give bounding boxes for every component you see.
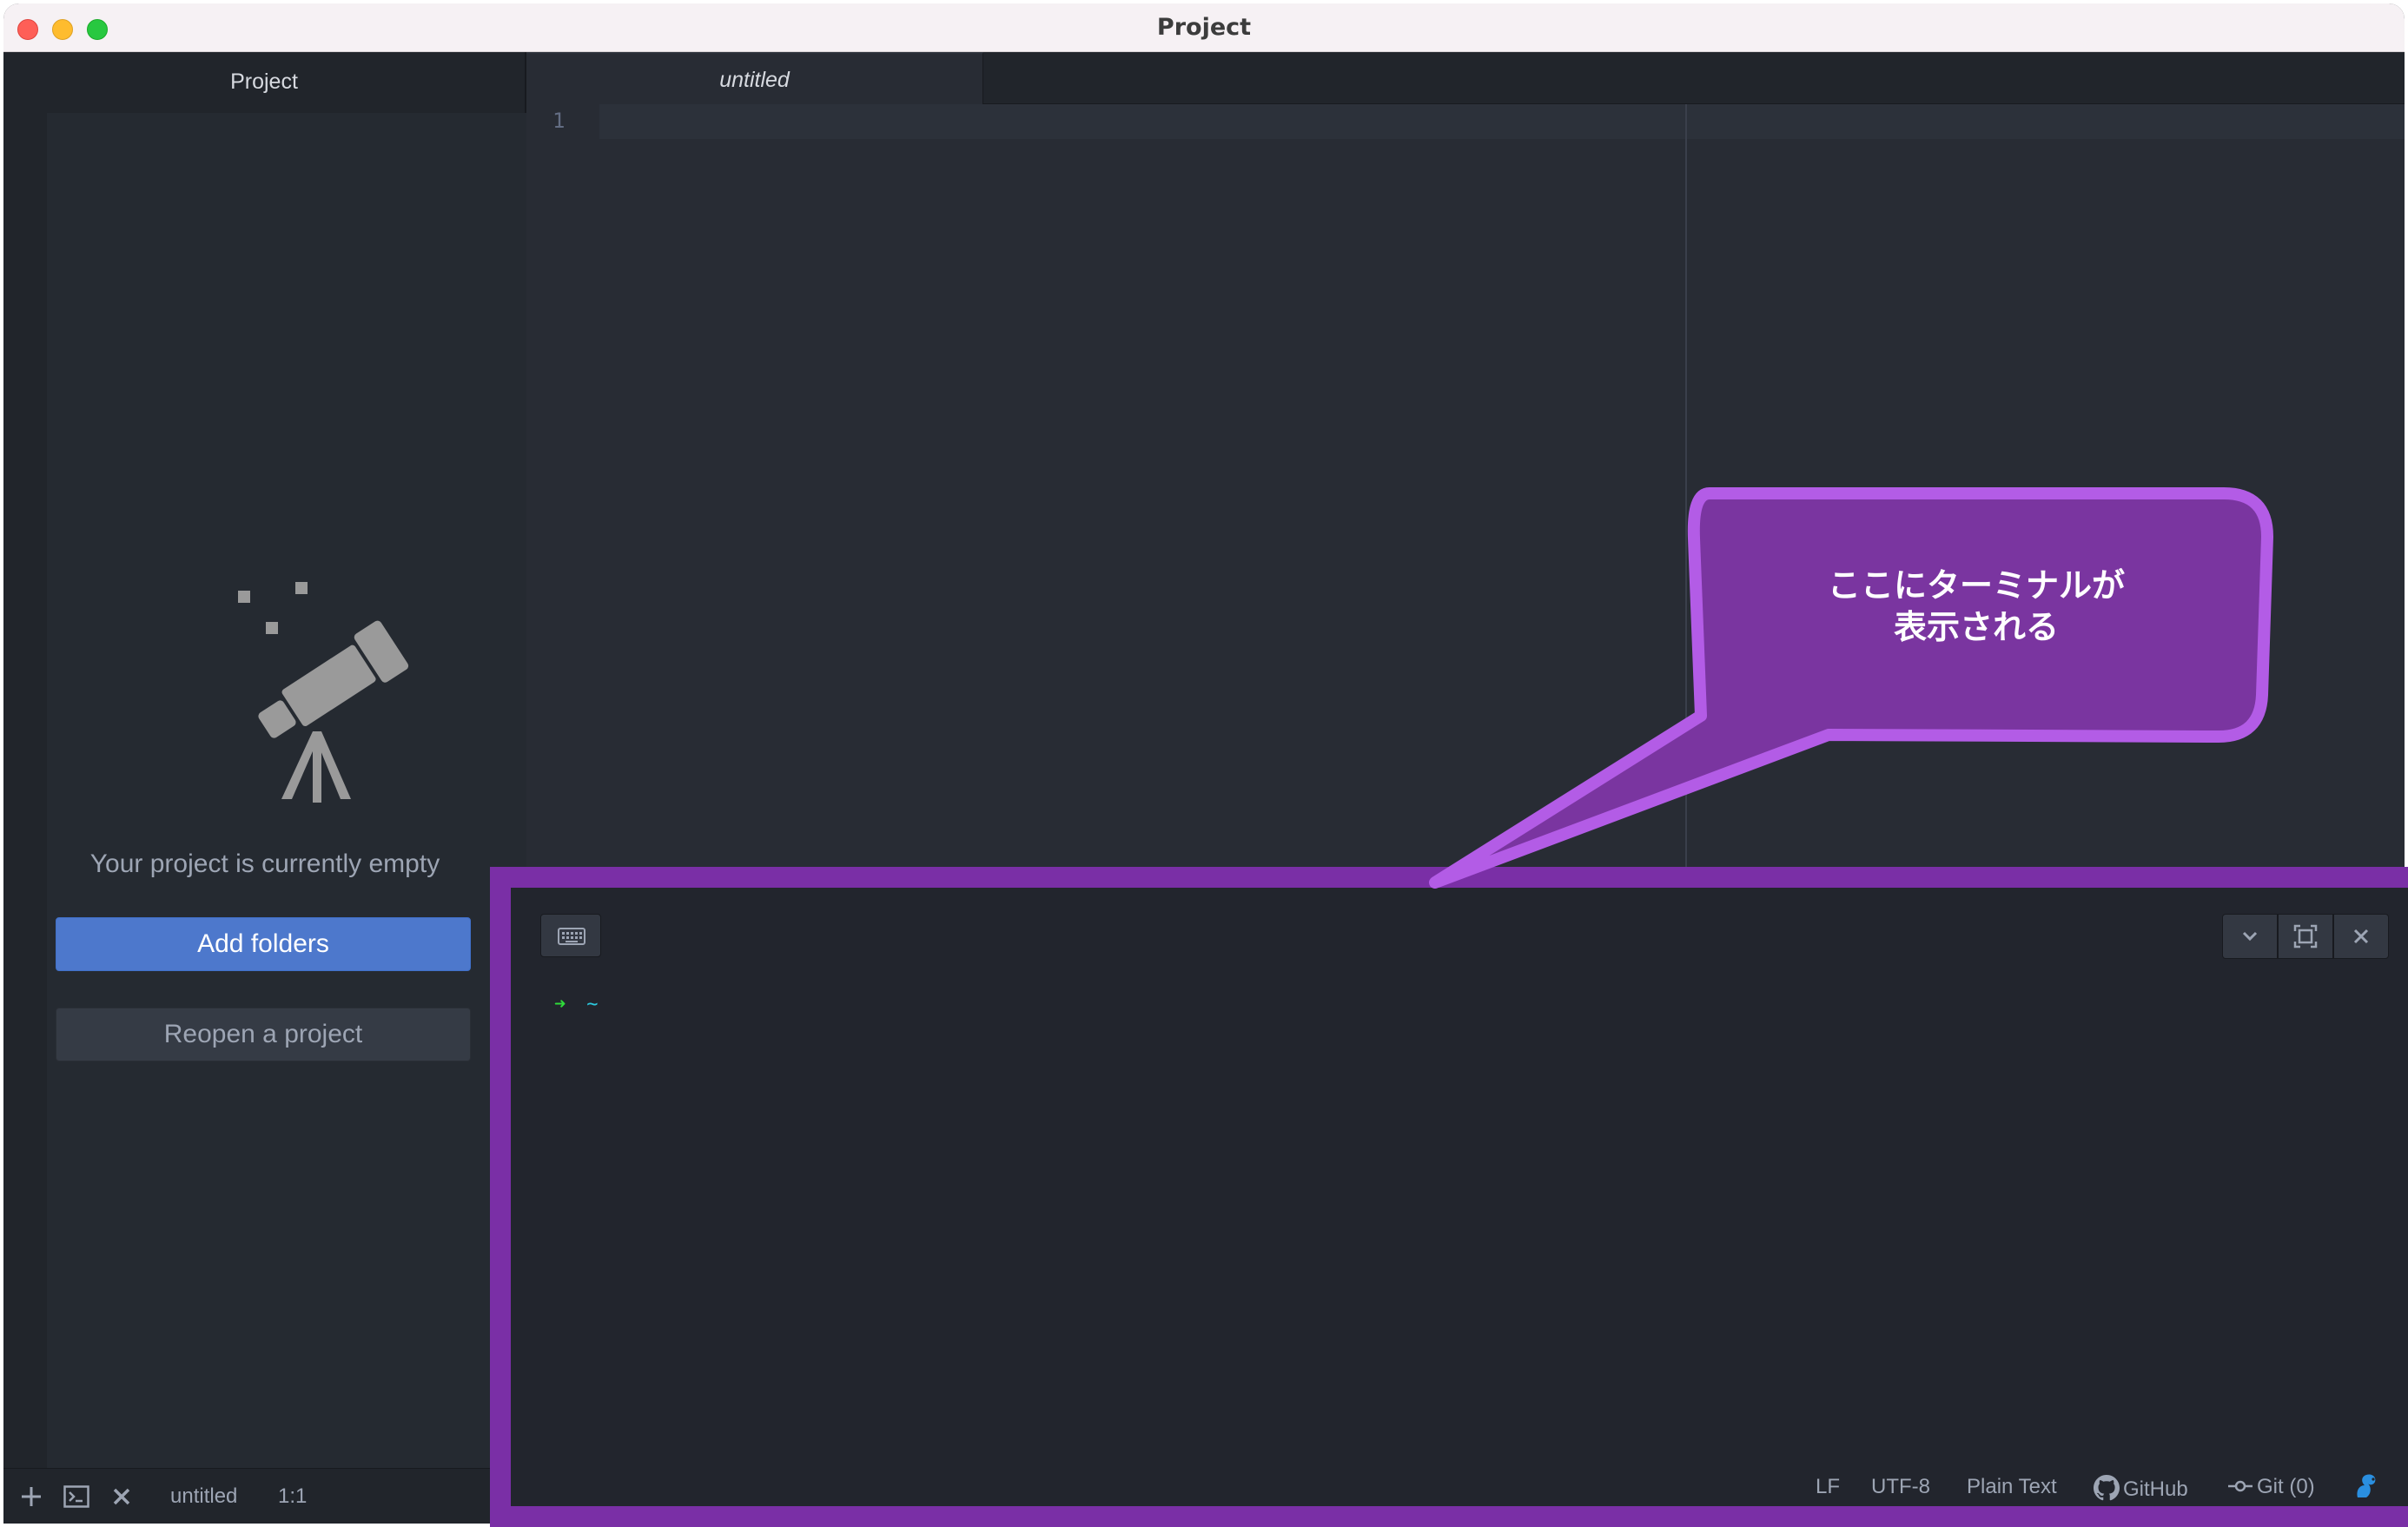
grammar-selector[interactable]: Plain Text xyxy=(1967,1475,2057,1499)
keyboard-button[interactable] xyxy=(540,914,601,957)
close-icon xyxy=(2353,929,2369,944)
close-all-terminals-button[interactable] xyxy=(108,1483,136,1510)
prompt-arrow: ➜ xyxy=(554,994,566,1015)
line-ending-selector[interactable]: LF xyxy=(1816,1475,1840,1499)
squirrel-update-button[interactable] xyxy=(2352,1471,2382,1507)
terminal-controls xyxy=(2222,914,2389,959)
hide-terminal-button[interactable] xyxy=(2222,914,2278,959)
line-gutter xyxy=(526,104,596,886)
git-button[interactable]: Git (0) xyxy=(2227,1475,2315,1499)
terminal-toggle-button[interactable] xyxy=(63,1483,90,1510)
close-terminal-button[interactable] xyxy=(2333,914,2389,959)
tab-untitled[interactable]: untitled xyxy=(526,52,983,105)
status-file-name[interactable]: untitled xyxy=(170,1484,237,1509)
status-bar-left: untitled 1:1 xyxy=(3,1468,490,1524)
maximize-terminal-button[interactable] xyxy=(2278,914,2333,959)
terminal-icon xyxy=(63,1485,89,1508)
editor-pane: untitled 1 xyxy=(526,52,2405,886)
wrap-guide xyxy=(1685,104,1687,886)
project-sidebar: Project Your project is currently empty … xyxy=(3,52,526,1471)
github-icon xyxy=(2094,1475,2120,1501)
keyboard-icon xyxy=(558,928,585,945)
empty-project-message: Your project is currently empty xyxy=(89,849,440,878)
terminal-highlight-frame: ➜ ~ xyxy=(490,867,2408,1527)
status-cursor-position[interactable]: 1:1 xyxy=(278,1484,307,1509)
chevron-down-icon xyxy=(2242,931,2258,942)
github-label: GitHub xyxy=(2123,1477,2188,1501)
status-bar-right: LF UTF-8 Plain Text GitHub Git (0) xyxy=(511,1471,2408,1506)
window-title: Project xyxy=(1156,14,1252,41)
tab-bar: untitled xyxy=(526,52,2405,105)
maximize-icon xyxy=(2293,924,2318,949)
callout-line-2: 表示される xyxy=(1893,608,2059,646)
close-icon xyxy=(113,1488,130,1505)
git-label: Git (0) xyxy=(2257,1475,2315,1498)
title-bar: Project xyxy=(3,3,2405,52)
prompt-directory: ~ xyxy=(586,994,599,1015)
plus-icon xyxy=(22,1487,41,1506)
project-panel: Your project is currently empty Add fold… xyxy=(47,113,526,1471)
cursor-line[interactable] xyxy=(599,104,2405,139)
squirrel-icon xyxy=(2357,1474,2376,1497)
tab-label: untitled xyxy=(719,68,790,92)
new-terminal-button[interactable] xyxy=(17,1483,45,1510)
terminal-prompt: ➜ ~ xyxy=(554,994,599,1015)
callout-text: ここにターミナルが 表示される xyxy=(1703,565,2250,648)
github-button[interactable]: GitHub xyxy=(2094,1475,2188,1502)
telescope-icon xyxy=(238,582,409,803)
encoding-selector[interactable]: UTF-8 xyxy=(1871,1475,1930,1499)
callout-line-1: ここにターミナルが xyxy=(1827,566,2125,605)
terminal-panel[interactable]: ➜ ~ xyxy=(511,888,2408,1506)
sidebar-title[interactable]: Project xyxy=(3,69,525,95)
reopen-project-button[interactable]: Reopen a project xyxy=(56,1008,471,1061)
git-commit-icon xyxy=(2228,1480,2253,1492)
line-number: 1 xyxy=(552,109,566,133)
add-folders-button[interactable]: Add folders xyxy=(56,917,471,971)
